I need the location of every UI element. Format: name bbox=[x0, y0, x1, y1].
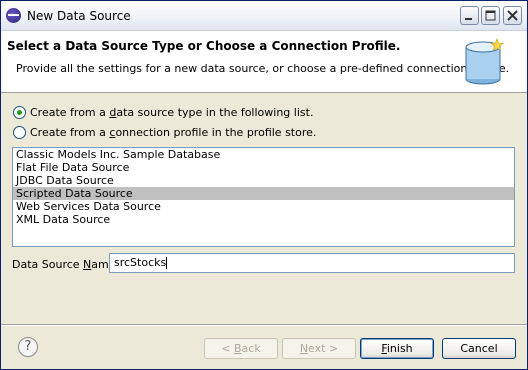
maximize-button[interactable] bbox=[481, 6, 500, 25]
database-icon bbox=[465, 38, 504, 85]
radio-from-type[interactable] bbox=[13, 106, 26, 119]
text-caret bbox=[166, 257, 168, 269]
list-item[interactable]: Classic Models Inc. Sample Database bbox=[13, 148, 514, 161]
wizard-header: Select a Data Source Type or Choose a Co… bbox=[1, 31, 527, 93]
close-icon bbox=[507, 10, 518, 21]
next-button[interactable]: Next > bbox=[282, 338, 356, 359]
close-button[interactable] bbox=[503, 6, 522, 25]
list-item[interactable]: XML Data Source bbox=[13, 213, 514, 226]
help-icon: ? bbox=[24, 339, 32, 354]
page-description: Provide all the settings for a new data … bbox=[16, 62, 510, 75]
back-button[interactable]: < Back bbox=[204, 338, 278, 359]
eclipse-icon bbox=[6, 8, 21, 23]
list-item[interactable]: JDBC Data Source bbox=[13, 174, 514, 187]
option-from-profile-label: Create from a connection profile in the … bbox=[30, 126, 317, 139]
data-source-name-input[interactable]: srcStocks bbox=[109, 253, 515, 273]
button-bar-separator-highlight bbox=[1, 325, 527, 326]
data-source-type-list[interactable]: Classic Models Inc. Sample Database Flat… bbox=[12, 147, 515, 247]
maximize-icon bbox=[485, 10, 496, 21]
minimize-icon bbox=[465, 18, 472, 20]
help-button[interactable]: ? bbox=[18, 337, 38, 357]
window-title: New Data Source bbox=[27, 9, 131, 23]
finish-button[interactable]: Finish bbox=[360, 338, 434, 359]
minimize-button[interactable] bbox=[460, 6, 479, 25]
option-from-type-label: Create from a data source type in the fo… bbox=[30, 106, 314, 119]
page-title: Select a Data Source Type or Choose a Co… bbox=[7, 39, 401, 53]
new-data-source-dialog: New Data Source Select a Data Source Typ… bbox=[0, 0, 528, 370]
title-bar[interactable]: New Data Source bbox=[1, 1, 527, 31]
list-item[interactable]: Flat File Data Source bbox=[13, 161, 514, 174]
list-item[interactable]: Web Services Data Source bbox=[13, 200, 514, 213]
list-item-selected[interactable]: Scripted Data Source bbox=[13, 187, 514, 200]
radio-from-profile[interactable] bbox=[13, 126, 26, 139]
data-source-name-label: Data Source Name: bbox=[12, 258, 120, 271]
cancel-button[interactable]: Cancel bbox=[442, 338, 516, 359]
